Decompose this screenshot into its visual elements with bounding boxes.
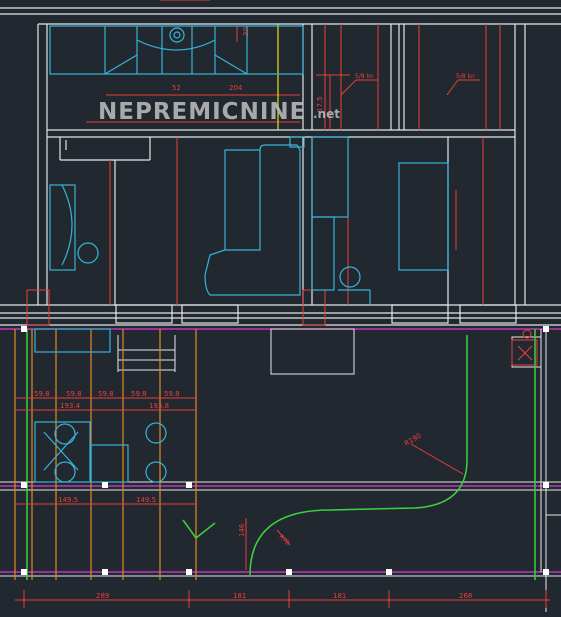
lower-furniture bbox=[34, 328, 167, 483]
watermark: NEPREMICNINE .net bbox=[98, 99, 340, 125]
dim-radius-r70: R70 bbox=[278, 533, 291, 546]
upper-walls bbox=[0, 7, 561, 326]
lower-white-lines bbox=[0, 328, 561, 612]
dim-top-s1: 5/8 kn bbox=[355, 73, 374, 80]
dim-grid-c4: 59.8 bbox=[131, 390, 147, 398]
dim-bottom-268: 268 bbox=[459, 592, 472, 600]
dim-top-52: 52 bbox=[172, 84, 181, 92]
dim-bottom-181b: 181 bbox=[333, 592, 346, 600]
dim-grid-b1: 149.5 bbox=[58, 496, 78, 504]
lower-green-lines bbox=[26, 329, 536, 580]
dim-grid-w1: 193.4 bbox=[60, 402, 81, 410]
dim-top-30: 30 bbox=[242, 27, 250, 36]
dim-vertical-146: 146 bbox=[238, 523, 246, 537]
dim-bottom-289: 289 bbox=[96, 592, 109, 600]
lower-red-dimension-lines bbox=[15, 329, 550, 608]
dim-grid-c2: 59.8 bbox=[66, 390, 82, 398]
dim-grid-c3: 59.8 bbox=[98, 390, 114, 398]
lower-orange-lines bbox=[14, 329, 197, 580]
floor-plan-canvas: 52 204 30 17.5 5/8 kn 5/8 kn 59.8 59.8 5… bbox=[0, 0, 561, 612]
dim-top-s2: 5/8 kn bbox=[456, 73, 475, 80]
dim-grid-b2: 149.5 bbox=[136, 496, 156, 504]
watermark-suffix: .net bbox=[313, 107, 340, 121]
dim-top-204: 204 bbox=[229, 84, 243, 92]
dim-grid-w2: 193.8 bbox=[149, 402, 169, 410]
dim-bottom-181a: 181 bbox=[233, 592, 246, 600]
dim-grid-c1: 59.8 bbox=[34, 390, 50, 398]
dim-grid-c5: 59.8 bbox=[164, 390, 180, 398]
watermark-main: NEPREMICNINE bbox=[98, 99, 306, 125]
floor-plan-drawing: 52 204 30 17.5 5/8 kn 5/8 kn 59.8 59.8 5… bbox=[0, 0, 561, 612]
